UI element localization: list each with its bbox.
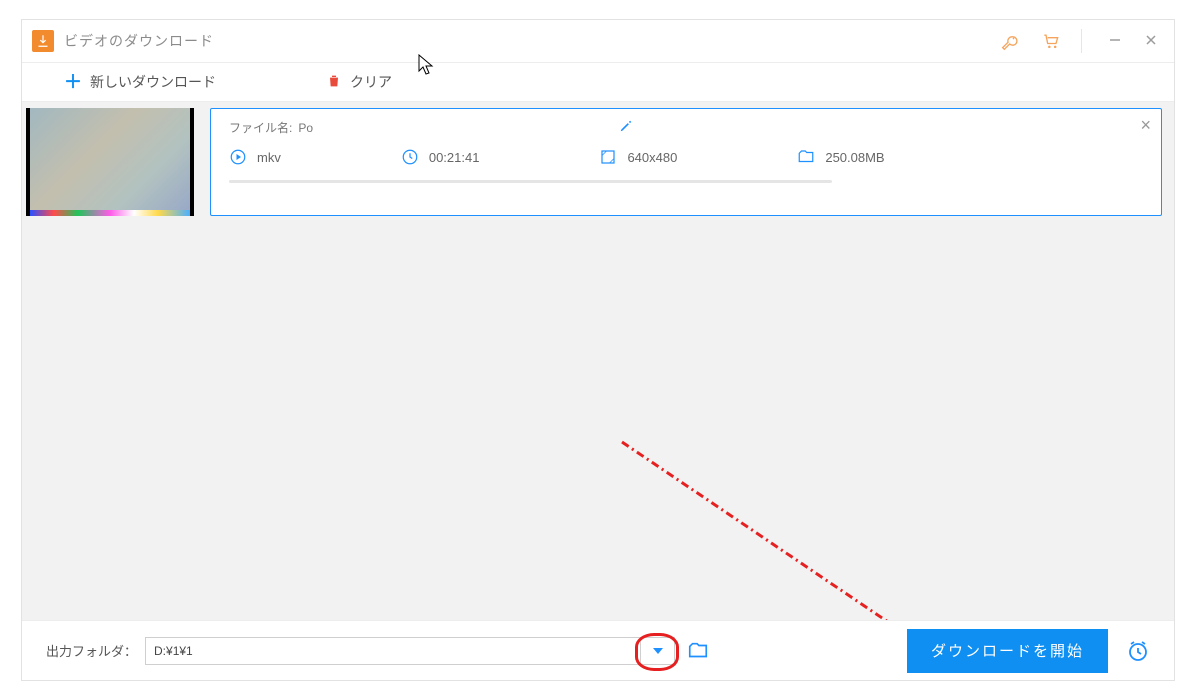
toolbar: ＋ 新しいダウンロード クリア <box>22 62 1174 102</box>
titlebar: ビデオのダウンロード <box>22 20 1174 62</box>
edit-filename-icon[interactable] <box>619 119 633 136</box>
output-folder-dropdown-button[interactable] <box>640 638 674 664</box>
app-window: ビデオのダウンロード ＋ 新しいダウンロード <box>21 19 1175 681</box>
resolution-meta: 640x480 <box>599 148 677 166</box>
filesize-meta: 250.08MB <box>797 148 884 166</box>
progress-bar <box>229 180 832 183</box>
filename-value: Po <box>298 121 313 135</box>
start-download-label: ダウンロードを開始 <box>931 640 1084 661</box>
window-title: ビデオのダウンロード <box>64 31 214 51</box>
filename-label: ファイル名: <box>229 119 292 136</box>
filesize-value: 250.08MB <box>825 150 884 165</box>
minimize-button[interactable] <box>1108 33 1122 50</box>
schedule-button[interactable] <box>1126 639 1150 663</box>
footer: 出力フォルダ： ダウンロードを開始 <box>22 620 1174 680</box>
output-folder-box <box>145 637 675 665</box>
trash-icon <box>326 73 342 92</box>
video-thumbnail[interactable] <box>26 108 194 216</box>
start-download-button[interactable]: ダウンロードを開始 <box>907 629 1108 673</box>
cart-icon[interactable] <box>1041 31 1061 51</box>
download-item: × ファイル名: Po mkv <box>22 102 1174 216</box>
meta-row: mkv 00:21:41 640x480 <box>229 148 1143 166</box>
clock-icon <box>401 148 419 166</box>
output-folder-input[interactable] <box>146 644 640 658</box>
clear-label: クリア <box>350 72 392 92</box>
new-download-button[interactable]: ＋ 新しいダウンロード <box>64 72 216 92</box>
content-area: × ファイル名: Po mkv <box>22 102 1174 640</box>
item-card: × ファイル名: Po mkv <box>210 108 1162 216</box>
open-folder-button[interactable] <box>687 640 709 662</box>
plus-icon: ＋ <box>64 73 82 91</box>
filename-row: ファイル名: Po <box>229 119 1143 136</box>
filesize-icon <box>797 148 815 166</box>
resolution-value: 640x480 <box>627 150 677 165</box>
app-icon <box>32 30 54 52</box>
remove-item-button[interactable]: × <box>1140 115 1151 136</box>
duration-value: 00:21:41 <box>429 150 480 165</box>
close-button[interactable] <box>1144 33 1158 50</box>
resolution-icon <box>599 148 617 166</box>
duration-meta: 00:21:41 <box>401 148 480 166</box>
clear-button[interactable]: クリア <box>326 72 392 92</box>
format-value: mkv <box>257 150 281 165</box>
format-meta: mkv <box>229 148 281 166</box>
key-icon[interactable] <box>1001 31 1021 51</box>
new-download-label: 新しいダウンロード <box>90 72 216 92</box>
format-icon <box>229 148 247 166</box>
output-folder-label: 出力フォルダ： <box>46 641 137 660</box>
